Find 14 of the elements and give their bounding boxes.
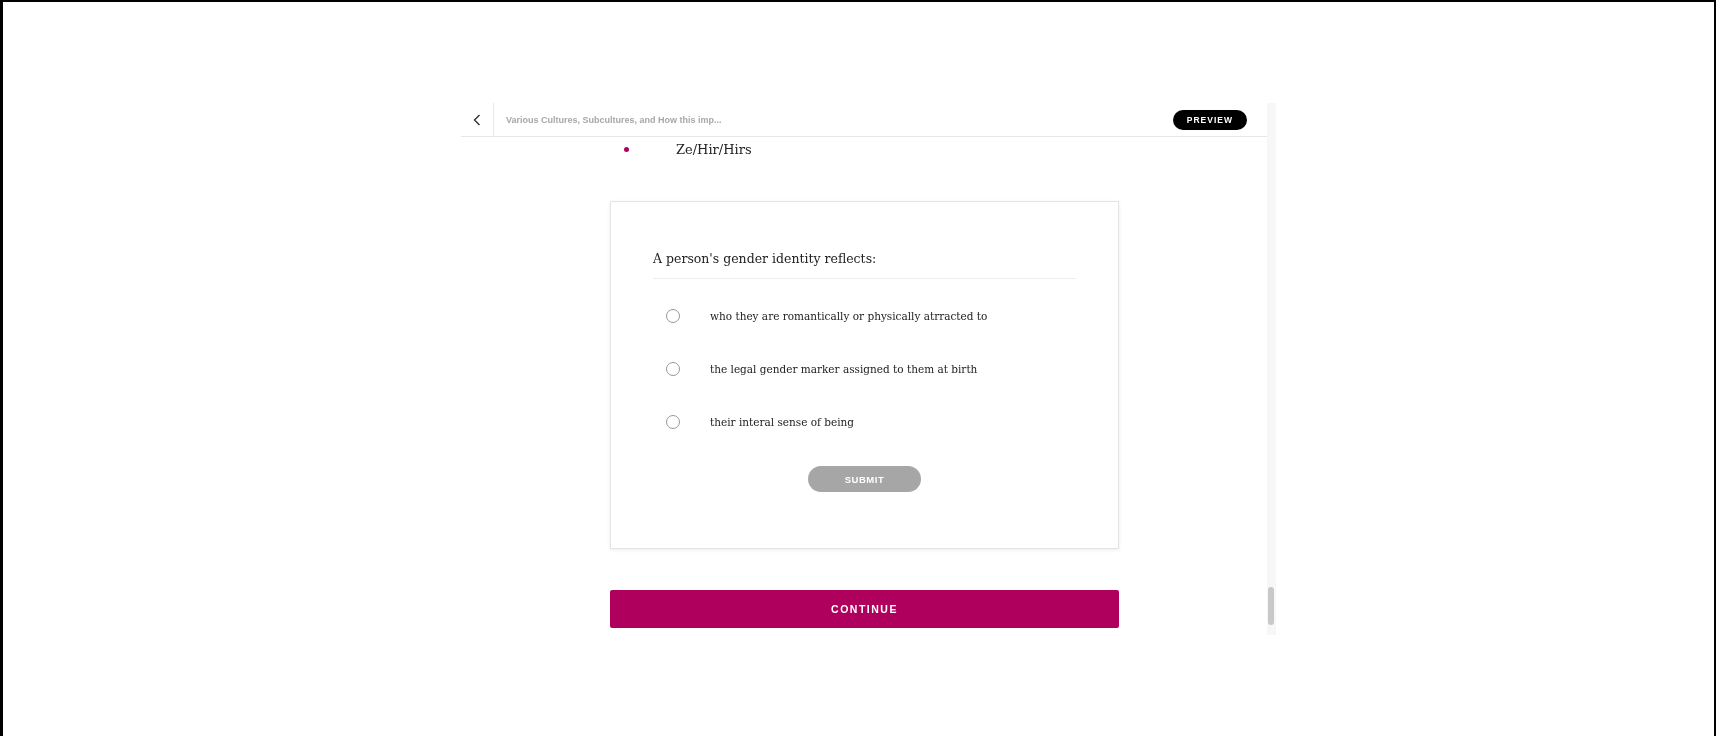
option-label[interactable]: their interal sense of being [710, 415, 855, 428]
continue-button[interactable]: CONTINUE [610, 590, 1119, 628]
radio-button[interactable] [666, 414, 680, 429]
question-prompt: A person's gender identity reflects: [653, 251, 1076, 279]
option-label[interactable]: who they are romantically or physically atrracted to [710, 309, 988, 322]
option-label[interactable]: the legal gender marker assigned to them at birth [710, 362, 978, 375]
list-item-text: Ze/Hir/Hirs [676, 141, 752, 157]
bullet-icon [624, 146, 629, 152]
radio-button[interactable] [666, 308, 680, 323]
preview-badge: PREVIEW [1172, 109, 1247, 130]
scrollbar-thumb[interactable] [1268, 587, 1274, 625]
lesson-title: Various Cultures, Subcultures, and How this imp... [506, 114, 723, 125]
back-icon [473, 113, 481, 126]
radio-button[interactable] [666, 361, 680, 376]
